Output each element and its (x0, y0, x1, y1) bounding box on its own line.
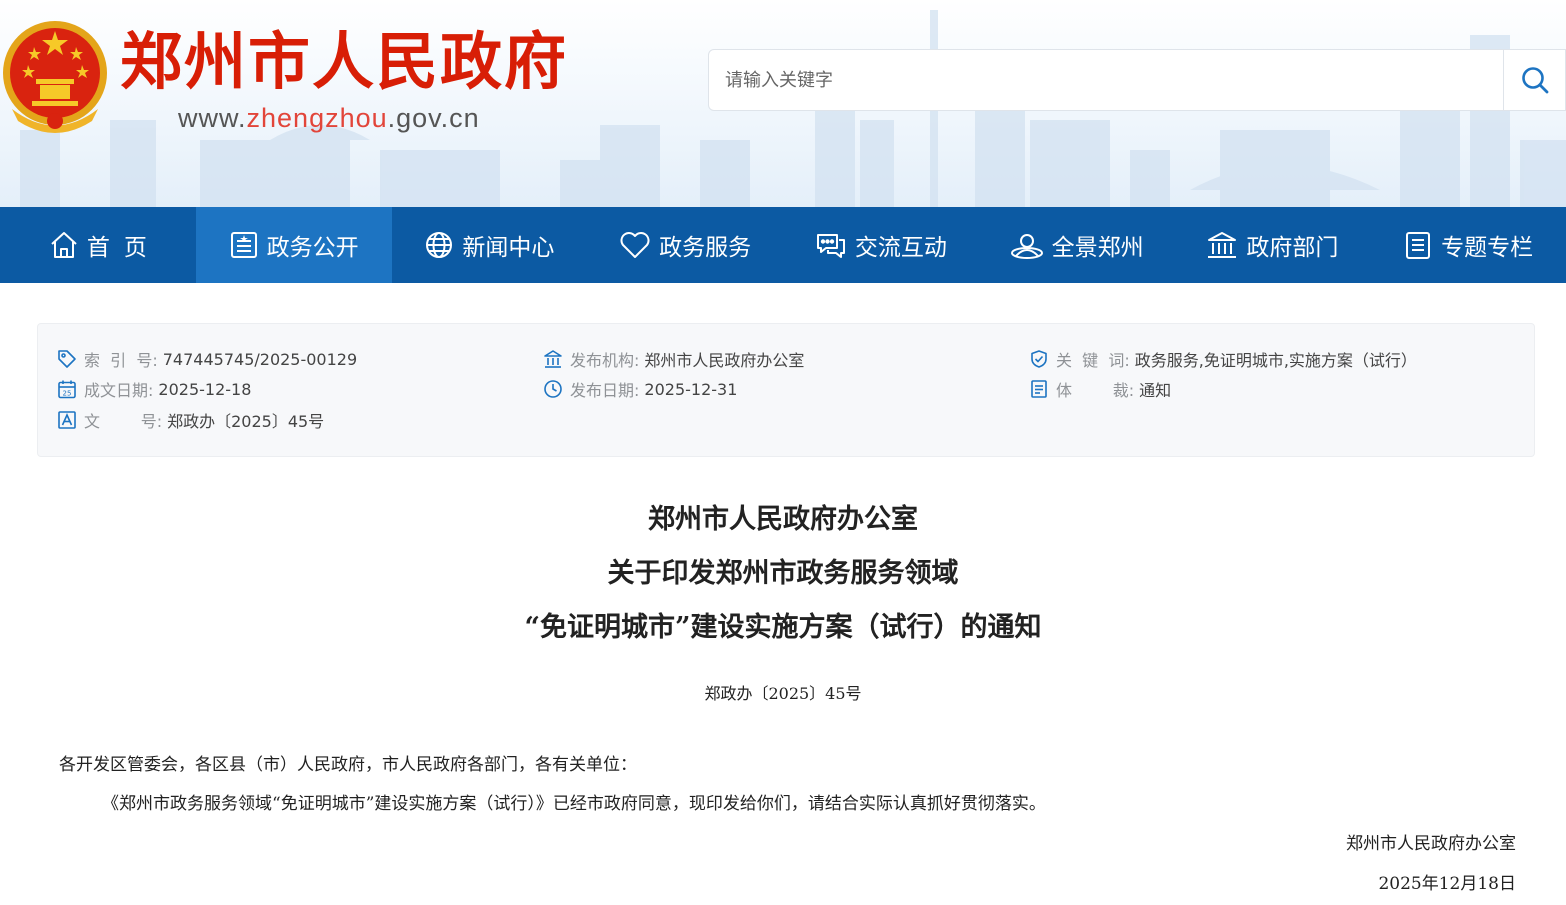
tag-icon (58, 350, 76, 368)
meta-value: 政务服务,免证明城市,实施方案（试行） (1134, 351, 1417, 370)
meta-label: 关 键 词: (1056, 351, 1130, 370)
meta-value: 2025-12-18 (158, 379, 252, 399)
meta-value: 郑政办〔2025〕45号 (167, 412, 325, 431)
nav-item-news-center[interactable]: 新闻中心 (392, 207, 588, 283)
site-url-highlight: zhengzhou (246, 103, 388, 133)
document-date: 2025年12月18日 (1378, 874, 1516, 894)
meta-index-number: 索 引 号: 747445745/2025-00129 (57, 346, 357, 372)
document-meta-box: 索 引 号: 747445745/2025-00129 25 成文日期: 202… (37, 323, 1535, 457)
meta-label: 发布机构: (570, 351, 640, 370)
meta-label: 发布日期: (570, 381, 640, 400)
chat-icon (816, 234, 845, 258)
nav-item-government-services[interactable]: 政务服务 (587, 207, 783, 283)
document-title-line-1: 郑州市人民政府办公室 (648, 504, 918, 535)
nav-item-panorama[interactable]: 全景郑州 (979, 207, 1175, 283)
meta-value: 747445745/2025-00129 (162, 349, 358, 369)
nav-item-label: 新闻中心 (462, 235, 555, 261)
svg-text:25: 25 (63, 390, 72, 398)
document-title-line-3: “免证明城市”建设实施方案（试行）的通知 (524, 612, 1042, 643)
calendar-icon: 25 (58, 380, 76, 399)
nav-item-label: 政务服务 (659, 235, 752, 261)
meta-value: 郑州市人民政府办公室 (644, 351, 805, 370)
home-icon (51, 232, 77, 258)
shield-check-icon (1031, 350, 1047, 368)
nav-item-label: 政务公开 (266, 235, 359, 261)
nav-item-government-affairs[interactable]: 政务公开 (195, 207, 392, 283)
nav-item-departments[interactable]: 政府部门 (1175, 207, 1371, 283)
main-nav: 首页 政务公开 新闻中心 政务服务 交流互动 全景郑州 政府部门 专题专栏 (0, 207, 1566, 283)
search-icon (1521, 67, 1548, 94)
search-input[interactable] (709, 50, 1505, 110)
site-header: 郑州市人民政府 www.zhengzhou.gov.cn (0, 0, 1566, 207)
nav-item-interaction[interactable]: 交流互动 (783, 207, 979, 283)
nav-item-special-topics[interactable]: 专题专栏 (1370, 207, 1566, 283)
site-title[interactable]: 郑州市人民政府 (120, 22, 568, 102)
globe-icon (426, 232, 453, 258)
meta-label: 索 引 号: (84, 351, 158, 370)
meta-document-number: 文 号: 郑政办〔2025〕45号 (57, 407, 324, 433)
nav-item-label: 专题专栏 (1441, 235, 1534, 261)
meta-created-date: 25 成文日期: 2025-12-18 (57, 376, 251, 402)
clock-icon (544, 380, 562, 398)
doc-type-icon (1031, 380, 1047, 398)
search-button[interactable] (1503, 50, 1565, 110)
site-url-prefix: www. (178, 103, 247, 133)
search-box (708, 49, 1566, 111)
nav-item-label: 政府部门 (1246, 235, 1339, 261)
meta-label: 文 号: (84, 412, 163, 431)
site-url[interactable]: www.zhengzhou.gov.cn (178, 101, 480, 135)
document-title-line-2: 关于印发郑州市政务服务领域 (607, 558, 959, 589)
document-number-icon (58, 411, 76, 429)
nav-item-label: 交流互动 (854, 235, 947, 261)
government-building-icon (1208, 232, 1237, 258)
user-circle-icon (1010, 234, 1043, 259)
nav-item-label: 全景郑州 (1051, 235, 1144, 261)
meta-keywords: 关 键 词: 政务服务,免证明城市,实施方案（试行） (1029, 346, 1417, 372)
meta-label: 体 裁: (1056, 381, 1135, 400)
heart-icon (620, 232, 650, 258)
institution-icon (544, 350, 562, 368)
national-emblem-icon (3, 21, 107, 133)
meta-publish-date: 发布日期: 2025-12-31 (543, 376, 737, 402)
meta-issuer: 发布机构: 郑州市人民政府办公室 (543, 346, 804, 372)
document-number: 郑政办〔2025〕45号 (704, 684, 862, 703)
notes-icon (1406, 232, 1431, 259)
meta-doc-type: 体 裁: 通知 (1029, 376, 1171, 402)
document-list-icon (230, 232, 257, 258)
meta-value: 通知 (1139, 381, 1172, 400)
meta-value: 2025-12-31 (644, 379, 738, 399)
site-url-suffix: .gov.cn (387, 103, 480, 133)
nav-item-label: 首页 (86, 235, 161, 261)
document-signature: 郑州市人民政府办公室 (1346, 834, 1516, 854)
nav-item-home[interactable]: 首页 (0, 207, 196, 283)
document-body-paragraph: 《郑州市政务服务领域“免证明城市”建设实施方案（试行）》已经市政府同意，现印发给… (102, 794, 1046, 814)
document-salutation: 各开发区管委会，各区县（市）人民政府，市人民政府各部门，各有关单位： (59, 755, 637, 775)
meta-label: 成文日期: (84, 381, 154, 400)
